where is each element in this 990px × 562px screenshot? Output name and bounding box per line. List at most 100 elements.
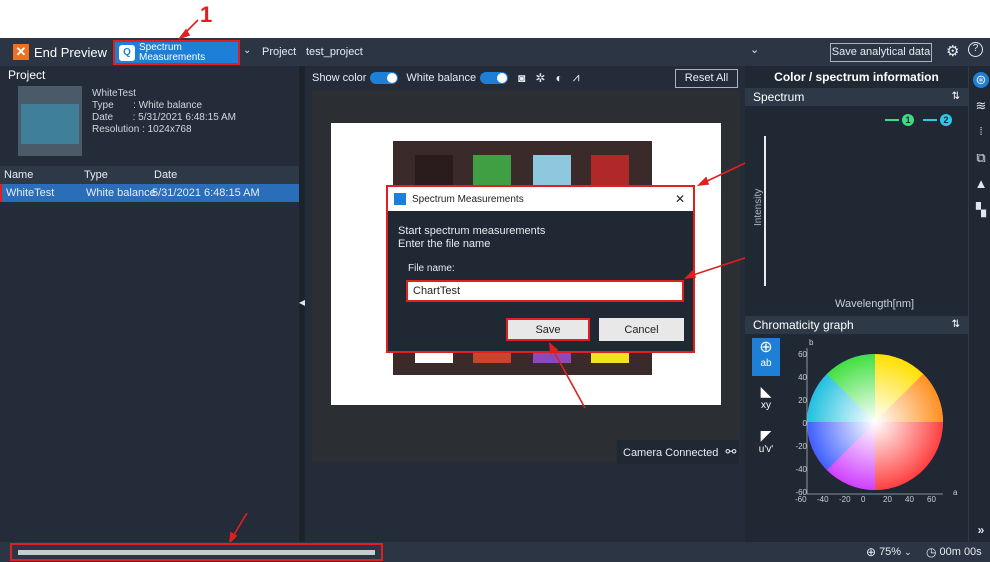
show-color-label: Show color bbox=[312, 71, 367, 84]
cancel-button[interactable]: Cancel bbox=[599, 318, 684, 341]
file-name-input[interactable] bbox=[406, 280, 684, 302]
project-item-details: WhiteTest Type : White balance Date : 5/… bbox=[92, 88, 236, 135]
target-icon: ⊕ bbox=[759, 339, 773, 356]
ab-mode-button[interactable]: ⊕ ab bbox=[752, 338, 780, 376]
end-preview-label: End Preview bbox=[34, 44, 107, 60]
panel-title: Color / spectrum information bbox=[774, 70, 939, 84]
y-tick-label: 20 bbox=[798, 396, 807, 405]
app-icon bbox=[394, 193, 406, 205]
x-tick-label: 0 bbox=[861, 495, 866, 504]
project-thumbnail[interactable] bbox=[18, 86, 82, 156]
reset-all-button[interactable]: Reset All bbox=[675, 69, 738, 88]
spectrum-measurements-dialog: Spectrum Measurements ✕ Start spectrum m… bbox=[386, 185, 695, 353]
spectrum-header: Spectrum ⇅ bbox=[745, 88, 968, 106]
zoom-chevron-icon: ⌄ bbox=[904, 546, 912, 557]
end-preview-button[interactable]: ✕ End Preview bbox=[13, 41, 109, 63]
project-panel-header: Project bbox=[0, 66, 299, 84]
intensity-label: Intensity bbox=[753, 188, 764, 226]
camera-status-label: Camera Connected bbox=[623, 447, 719, 459]
timer: ◷ 00m 00s bbox=[926, 545, 982, 559]
project-name: test_project bbox=[306, 46, 363, 58]
dialog-close-icon[interactable]: ✕ bbox=[675, 192, 685, 206]
show-color-toggle[interactable] bbox=[370, 71, 399, 84]
uv-triangle-icon: ◤ bbox=[760, 427, 772, 443]
shirt-icon[interactable]: ▚ bbox=[973, 202, 989, 218]
x-tick-label: 20 bbox=[883, 495, 892, 504]
dots-grid-icon[interactable]: ⁞ bbox=[973, 124, 989, 140]
view-options-bar: Show color White balance ◙ ✲ ◐ ⩘ bbox=[312, 70, 579, 85]
dialog-message: Start spectrum measurements Enter the fi… bbox=[398, 225, 546, 250]
legend-marker-1[interactable]: 1 bbox=[902, 114, 914, 126]
row-type: White balance bbox=[86, 187, 156, 199]
file-name-label: File name: bbox=[408, 263, 455, 274]
close-x-icon: ✕ bbox=[13, 44, 29, 60]
gear-icon[interactable]: ⚙ bbox=[946, 42, 959, 60]
row-date: 5/31/2021 6:48:15 AM bbox=[152, 187, 260, 199]
camera-link-icon: ⚯ bbox=[725, 444, 737, 459]
clock-icon: ◷ bbox=[926, 545, 937, 559]
sort-icon[interactable]: ⇅ bbox=[952, 88, 960, 106]
annotation-1: 1 bbox=[200, 2, 213, 27]
white-balance-label: White balance bbox=[406, 71, 477, 84]
spectrum-measurements-mode-button[interactable]: Q Spectrum Measurements bbox=[113, 40, 240, 65]
axis-a-label: a bbox=[953, 488, 958, 497]
spectrum-legend: 1 2 bbox=[885, 114, 952, 126]
table-row[interactable]: WhiteTest White balance 5/31/2021 6:48:1… bbox=[0, 184, 299, 202]
expand-icon[interactable]: » bbox=[973, 522, 989, 538]
x-tick-label: -20 bbox=[839, 495, 851, 504]
white-balance-toggle[interactable] bbox=[480, 71, 509, 84]
zoom-icon: ⊕ bbox=[866, 545, 877, 559]
spectrum-y-axis bbox=[764, 136, 766, 286]
row-name: WhiteTest bbox=[6, 187, 55, 199]
chromaticity-header: Chromaticity graph ⇅ bbox=[745, 316, 968, 334]
overlap-squares-icon[interactable]: ⧉ bbox=[973, 150, 989, 166]
uv-mode-button[interactable]: ◤ u'v' bbox=[752, 426, 780, 462]
save-analytical-data-button[interactable]: Save analytical data bbox=[830, 43, 932, 62]
aperture-icon[interactable]: ✲ bbox=[535, 71, 545, 85]
color-info-icon[interactable]: ⊛ bbox=[973, 72, 989, 88]
y-tick-label: 60 bbox=[798, 350, 807, 359]
dialog-title: Spectrum Measurements bbox=[412, 193, 524, 205]
y-tick-label: 40 bbox=[798, 373, 807, 382]
graph-icon[interactable]: ⩘ bbox=[573, 70, 580, 85]
zoom-value: 75% bbox=[879, 546, 902, 558]
col-date-header[interactable]: Date bbox=[154, 166, 177, 184]
x-tick-label: 40 bbox=[905, 495, 914, 504]
triangle-chart-icon[interactable]: ▲ bbox=[973, 176, 989, 192]
spectrum-wave-icon[interactable]: ≋ bbox=[973, 98, 989, 114]
x-tick-label: -60 bbox=[795, 495, 807, 504]
table-header: Name Type Date bbox=[0, 166, 299, 184]
xy-mode-button[interactable]: ◣ xy bbox=[752, 382, 780, 418]
progress-bar-frame bbox=[10, 543, 383, 561]
wavelength-label: Wavelength[nm] bbox=[835, 298, 915, 310]
status-bar: ⊕ 75% ⌄ ◷ 00m 00s bbox=[0, 542, 990, 562]
camera-icon[interactable]: ◙ bbox=[518, 71, 525, 85]
x-tick-label: -40 bbox=[817, 495, 829, 504]
x-tick-label: 60 bbox=[927, 495, 936, 504]
camera-status: Camera Connected ⚯ bbox=[617, 440, 739, 464]
mode-label: Spectrum Measurements bbox=[139, 41, 206, 63]
project-panel: Project WhiteTest Type : White balance D… bbox=[0, 66, 299, 542]
project-label: Project bbox=[262, 46, 297, 58]
axis-b-label: b bbox=[809, 338, 814, 347]
project-dropdown-chevron-icon[interactable]: ⌄ bbox=[750, 43, 759, 56]
save-button[interactable]: Save bbox=[506, 318, 590, 341]
contrast-icon[interactable]: ◐ bbox=[555, 71, 562, 85]
help-icon[interactable]: ? bbox=[968, 42, 983, 57]
mode-dropdown-chevron-icon[interactable]: ⌄ bbox=[243, 45, 251, 56]
app-window: 1 2 3 4 5 ✕ End Preview Q SpectrumMeasur… bbox=[0, 0, 990, 562]
y-tick-label: -20 bbox=[795, 442, 807, 451]
col-name-header[interactable]: Name bbox=[4, 166, 33, 184]
xy-triangle-icon: ◣ bbox=[760, 383, 772, 399]
y-tick-label: 0 bbox=[802, 419, 807, 428]
color-spectrum-panel: Color / spectrum information Spectrum ⇅ … bbox=[745, 66, 968, 542]
right-icon-toolbar: ⊛ ≋ ⁞ ⧉ ▲ ▚ » bbox=[968, 66, 990, 542]
dialog-titlebar: Spectrum Measurements ✕ bbox=[388, 187, 693, 211]
legend-marker-2[interactable]: 2 bbox=[940, 114, 952, 126]
progress-bar-fill bbox=[18, 550, 375, 555]
zoom-control[interactable]: ⊕ 75% ⌄ bbox=[866, 545, 912, 559]
timer-value: 00m 00s bbox=[939, 546, 982, 558]
col-type-header[interactable]: Type bbox=[84, 166, 108, 184]
sort-icon-2[interactable]: ⇅ bbox=[952, 316, 960, 334]
magnifier-icon: Q bbox=[119, 44, 135, 61]
